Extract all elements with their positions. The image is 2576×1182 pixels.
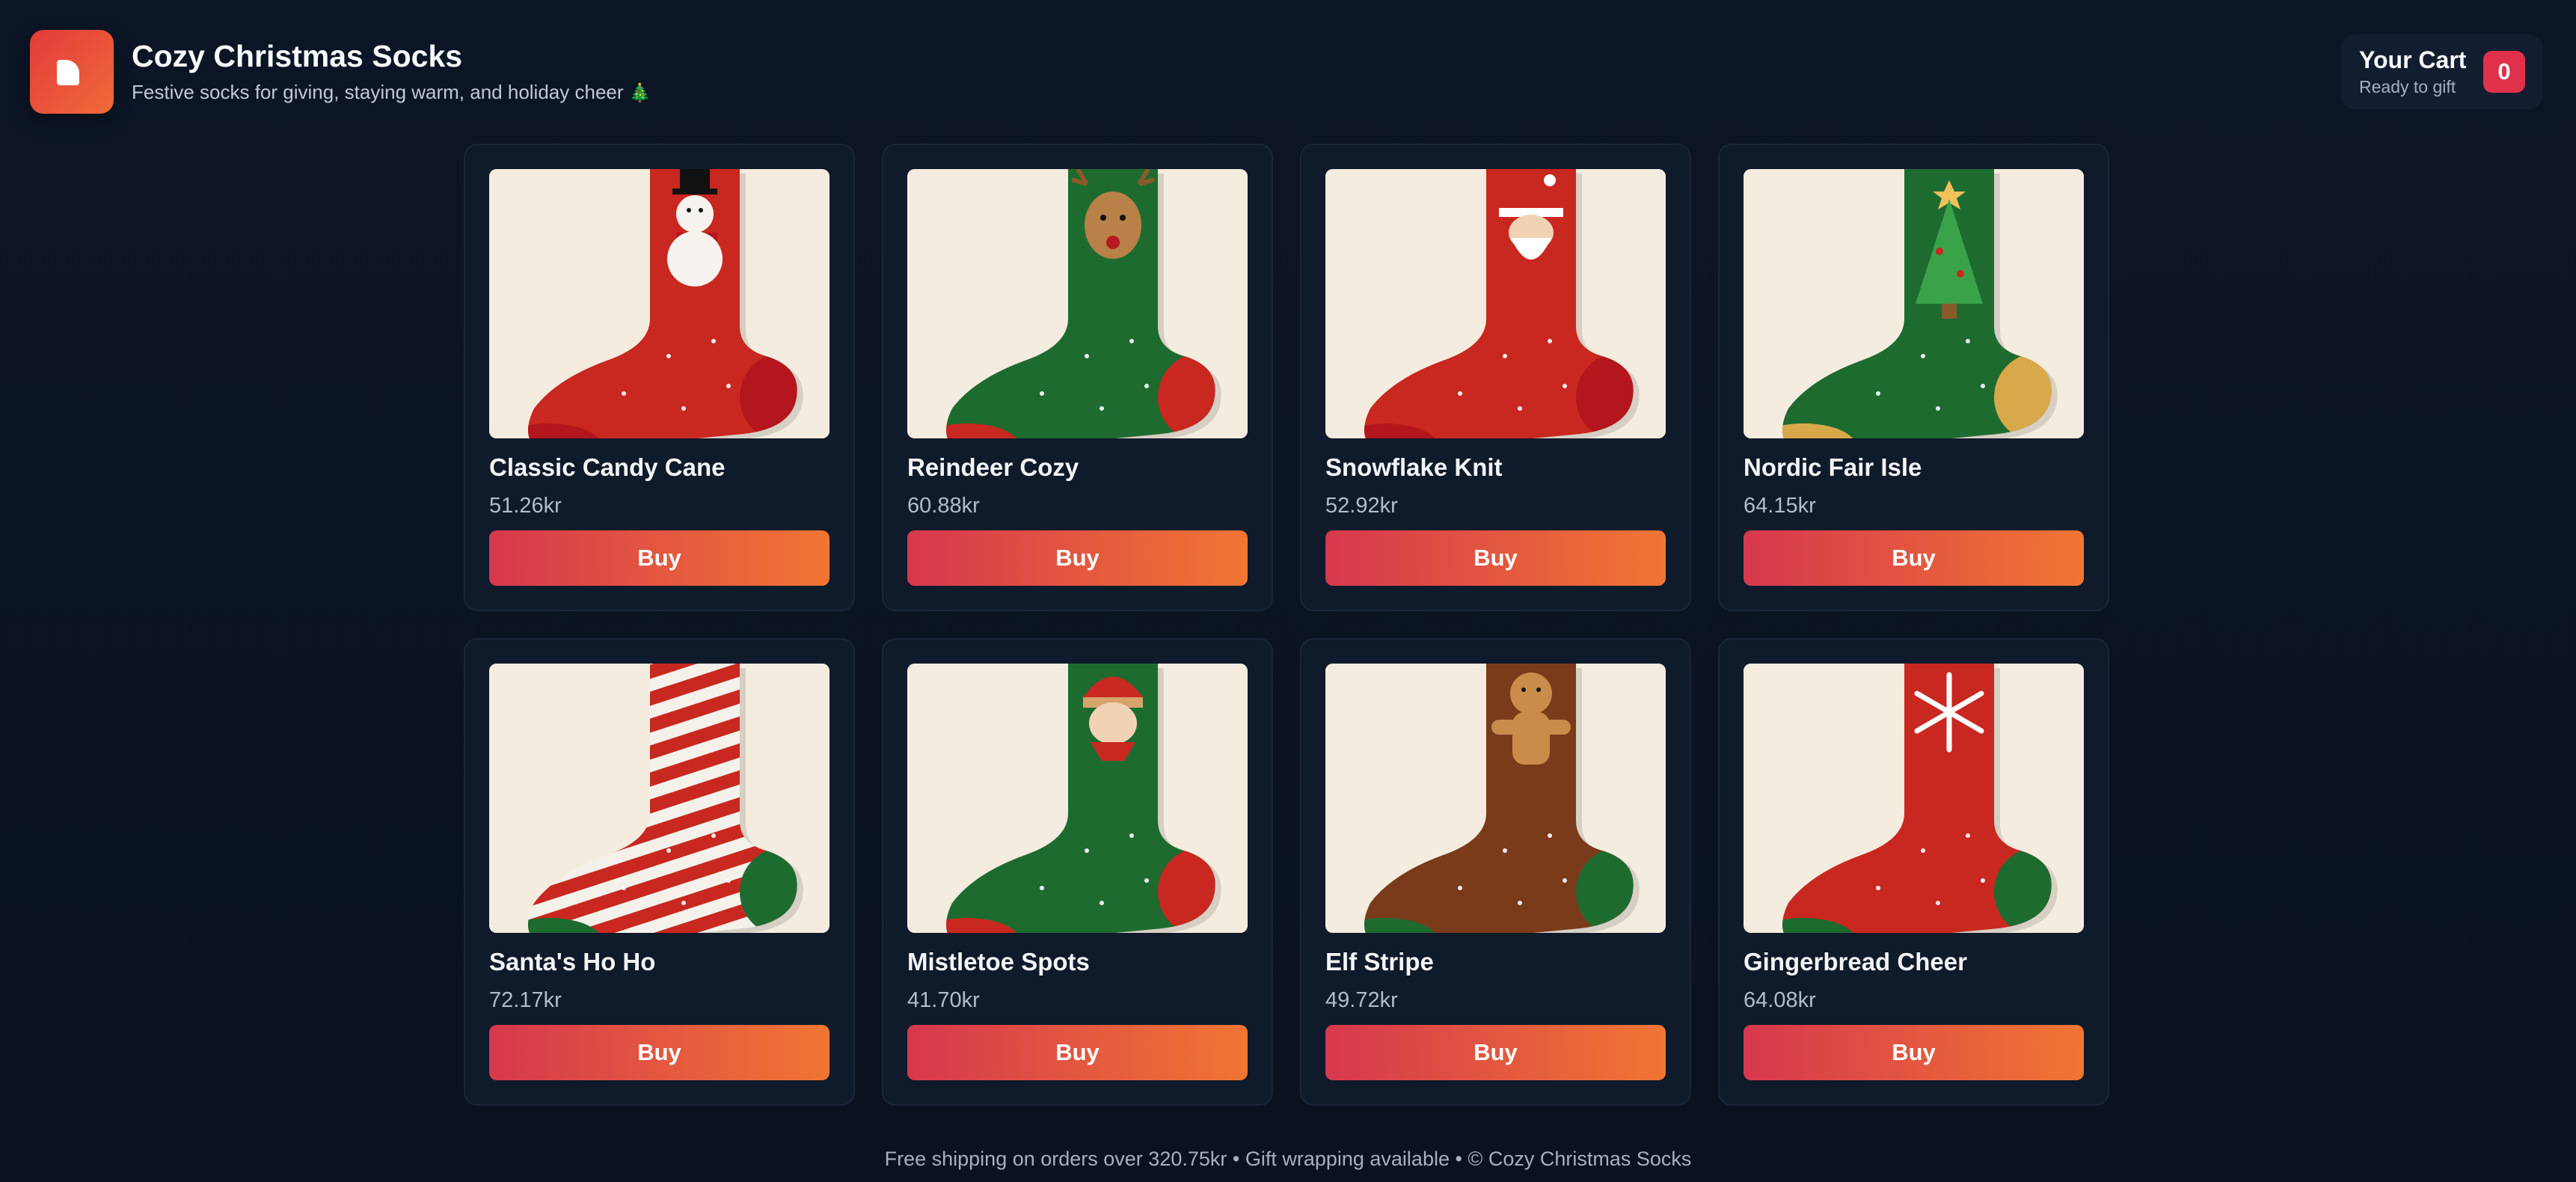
cart-title: Your Cart [2359,46,2467,73]
product-card: Snowflake Knit 52.92kr Buy [1300,144,1691,611]
site-subtitle: Festive socks for giving, staying warm, … [132,81,651,104]
product-name: Classic Candy Cane [489,453,726,481]
product-card: Classic Candy Cane 51.26kr Buy [464,144,855,611]
buy-button[interactable]: Buy [489,1025,829,1080]
product-card: Elf Stripe 49.72kr Buy [1300,638,1691,1106]
buy-button[interactable]: Buy [1744,1025,2084,1080]
product-card: Santa's Ho Ho 72.17kr Buy [464,638,855,1106]
product-image[interactable] [489,664,829,933]
product-price: 64.08kr [1744,988,1816,1012]
product-name: Nordic Fair Isle [1744,453,1922,481]
cart-subtitle: Ready to gift [2359,77,2456,97]
product-grid: Classic Candy Cane 51.26kr Buy Reindeer Coz… [464,144,2109,1106]
product-price: 60.88kr [907,494,980,518]
christmas-tree-icon: 🎄 [628,83,651,104]
footer-text: Free shipping on orders over 320.75kr • … [884,1148,1692,1170]
product-image[interactable] [1325,664,1666,933]
buy-button[interactable]: Buy [1325,530,1666,586]
buy-button[interactable]: Buy [1744,530,2084,586]
product-card: Nordic Fair Isle 64.15kr Buy [1718,144,2109,611]
logo-icon[interactable] [30,30,114,114]
product-card: Gingerbread Cheer 64.08kr Buy [1718,638,2109,1106]
product-price: 41.70kr [907,988,980,1012]
product-name: Santa's Ho Ho [489,948,656,976]
product-price: 52.92kr [1325,494,1398,518]
cart-button[interactable]: Your Cart Ready to gift 0 [2341,34,2543,109]
product-image[interactable] [1744,169,2084,438]
brand: Cozy Christmas Socks Festive socks for g… [132,38,651,104]
site-title: Cozy Christmas Socks [132,38,463,73]
buy-button[interactable]: Buy [907,1025,1248,1080]
product-name: Gingerbread Cheer [1744,948,1967,976]
product-name: Mistletoe Spots [907,948,1090,976]
product-image[interactable] [1744,664,2084,933]
product-card: Mistletoe Spots 41.70kr Buy [882,638,1273,1106]
site-header: Cozy Christmas Socks Festive socks for g… [30,30,651,114]
product-card: Reindeer Cozy 60.88kr Buy [882,144,1273,611]
cart-count-badge: 0 [2483,51,2525,93]
product-name: Elf Stripe [1325,948,1434,976]
product-price: 49.72kr [1325,988,1398,1012]
product-price: 51.26kr [489,494,562,518]
product-image[interactable] [489,169,829,438]
buy-button[interactable]: Buy [489,530,829,586]
product-name: Reindeer Cozy [907,453,1079,481]
product-image[interactable] [907,169,1248,438]
product-image[interactable] [907,664,1248,933]
buy-button[interactable]: Buy [907,530,1248,586]
product-image[interactable] [1325,169,1666,438]
product-name: Snowflake Knit [1325,453,1503,481]
product-price: 72.17kr [489,988,562,1012]
product-price: 64.15kr [1744,494,1816,518]
buy-button[interactable]: Buy [1325,1025,1666,1080]
